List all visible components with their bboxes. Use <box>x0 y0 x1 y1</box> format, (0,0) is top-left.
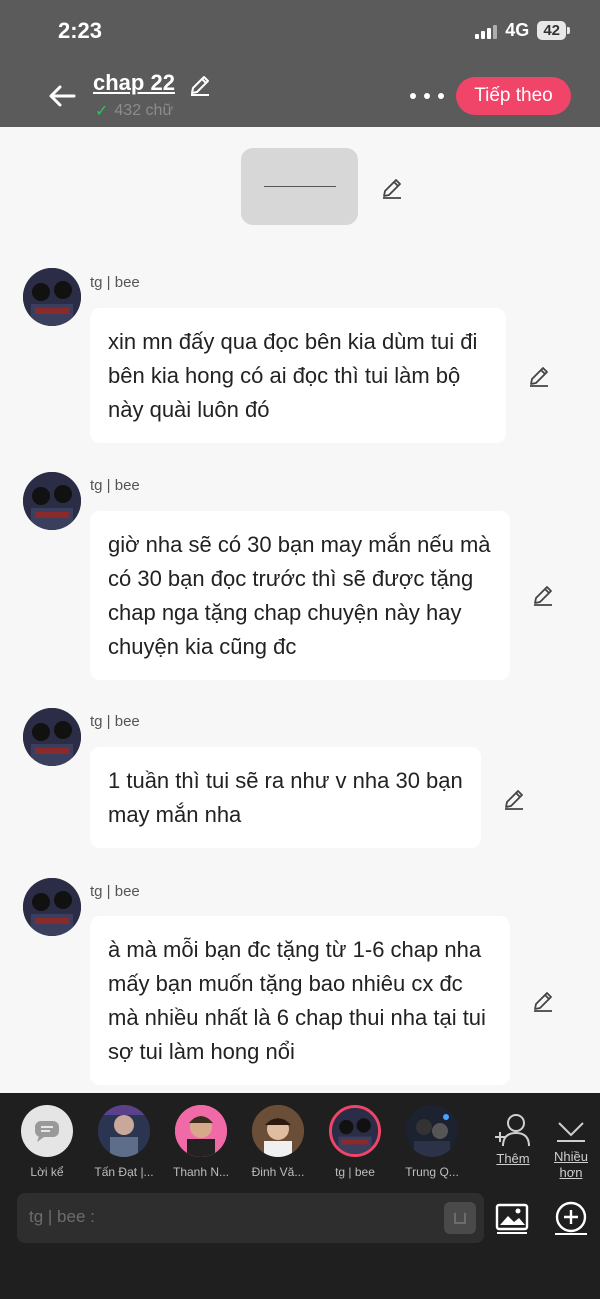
message-bubble[interactable]: xin mn đấy qua đọc bên kia dùm tui đi bê… <box>90 308 506 443</box>
message-input[interactable]: tg | bee : <box>17 1193 484 1243</box>
message-bubble[interactable]: giờ nha sẽ có 30 bạn may mắn nếu mà có 3… <box>90 511 510 680</box>
chapter-title-wrap[interactable]: chap 22 <box>93 70 175 96</box>
avatar[interactable] <box>23 878 81 936</box>
message-bubble[interactable]: à mà mỗi bạn đc tặng từ 1-6 chap nha mấy… <box>90 916 510 1085</box>
image-icon[interactable] <box>494 1200 530 1236</box>
sender-name: tg | bee <box>90 883 140 900</box>
character-name: Trung Q... <box>405 1165 459 1179</box>
character-item[interactable]: Thanh N... <box>161 1105 241 1179</box>
character-narrator[interactable]: Lời kể <box>7 1105 87 1179</box>
status-time: 2:23 <box>58 18 103 43</box>
edit-title-icon[interactable] <box>188 73 212 97</box>
battery-level: 42 <box>537 21 566 40</box>
edit-message-icon[interactable] <box>502 787 526 811</box>
chapter-title[interactable]: chap 22 <box>93 70 175 95</box>
character-item[interactable]: Tấn Đạt |... <box>84 1105 164 1179</box>
edit-message-icon[interactable] <box>531 989 555 1013</box>
edit-message-icon[interactable] <box>531 583 555 607</box>
character-name: Tấn Đạt |... <box>94 1165 154 1179</box>
character-item[interactable]: Đinh Vă... <box>238 1105 318 1179</box>
plus-circle-icon[interactable] <box>553 1200 589 1236</box>
add-person-icon <box>495 1114 530 1147</box>
add-character-label: Thêm <box>496 1151 530 1166</box>
check-icon: ✓ <box>95 103 109 120</box>
character-item[interactable]: Trung Q... <box>392 1105 472 1179</box>
avatar[interactable] <box>23 708 81 766</box>
send-icon[interactable] <box>444 1202 476 1234</box>
character-bar: Lời kể Tấn Đạt |... Thanh N... Đinh Vă..… <box>0 1093 600 1299</box>
divider-line <box>263 186 336 187</box>
next-button[interactable]: Tiếp theo <box>456 77 571 115</box>
character-item-selected[interactable]: tg | bee <box>315 1105 395 1179</box>
avatar[interactable] <box>23 268 81 326</box>
character-name: Đinh Vă... <box>251 1165 305 1179</box>
character-name: Lời kể <box>30 1165 64 1179</box>
more-options-icon[interactable] <box>410 84 444 108</box>
word-count-label: 432 chữ <box>114 102 174 119</box>
character-name: Thanh N... <box>172 1165 230 1179</box>
scene-divider-card[interactable] <box>241 148 358 225</box>
avatar <box>406 1105 458 1157</box>
more-characters-button[interactable]: Nhiều hơn <box>548 1113 594 1181</box>
sender-name: tg | bee <box>90 274 140 291</box>
message-input-placeholder: tg | bee : <box>29 1207 95 1226</box>
back-arrow-icon[interactable] <box>46 80 78 112</box>
edit-divider-icon[interactable] <box>380 176 404 200</box>
chevron-down-icon <box>557 1122 585 1142</box>
edit-message-icon[interactable] <box>527 364 551 388</box>
more-characters-label: Nhiều hơn <box>554 1149 588 1180</box>
avatar <box>252 1105 304 1157</box>
header-bar: 2:23 4G 42 chap 22 ✓ 432 chữ Tiếp theo <box>0 0 600 127</box>
sender-name: tg | bee <box>90 477 140 494</box>
avatar[interactable] <box>23 472 81 530</box>
avatar <box>175 1105 227 1157</box>
status-indicators: 4G 42 <box>475 20 570 41</box>
message-bubble[interactable]: 1 tuần thì tui sẽ ra như v nha 30 bạn ma… <box>90 747 481 848</box>
avatar <box>329 1105 381 1157</box>
avatar <box>98 1105 150 1157</box>
network-label: 4G <box>505 20 530 40</box>
add-character-button[interactable]: Thêm <box>490 1113 536 1167</box>
word-count: ✓ 432 chữ <box>95 101 173 121</box>
sender-name: tg | bee <box>90 713 140 730</box>
narrator-icon <box>21 1105 73 1157</box>
battery-icon: 42 <box>537 21 570 40</box>
character-name: tg | bee <box>335 1165 375 1179</box>
signal-icon <box>475 23 498 39</box>
